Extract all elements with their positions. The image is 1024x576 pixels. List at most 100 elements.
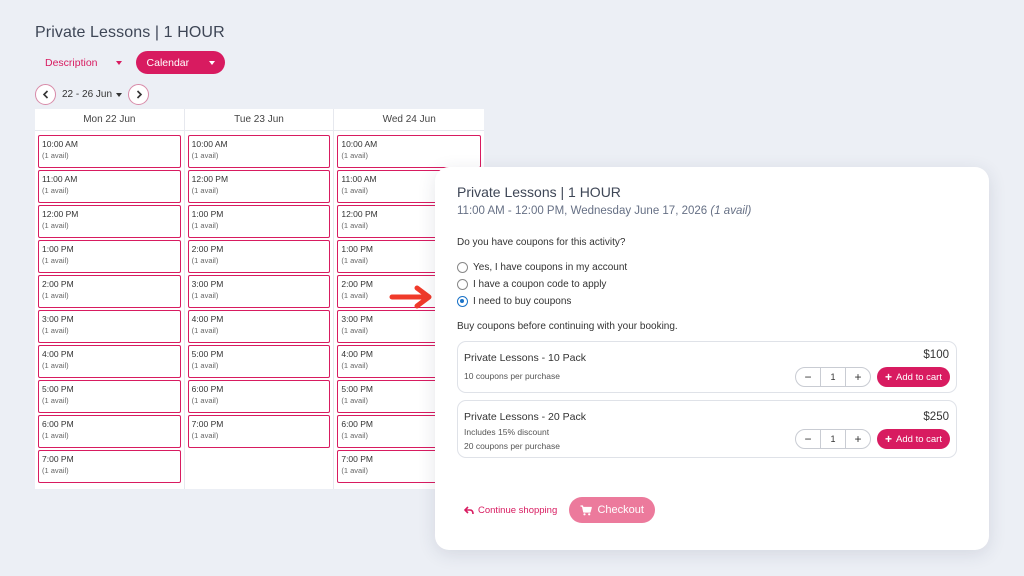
slot-availability: (1 avail) <box>42 256 69 265</box>
slot-time: 4:00 PM <box>191 314 224 324</box>
page-title: Private Lessons | 1 HOUR <box>35 24 225 41</box>
time-slot[interactable]: 2:00 PM (1 avail) <box>38 275 181 308</box>
time-slot[interactable]: 3:00 PM (1 avail) <box>38 310 181 343</box>
slot-availability: (1 avail) <box>42 151 69 160</box>
slot-time: 10:00 AM <box>191 139 228 149</box>
continue-shopping-link[interactable]: Continue shopping <box>464 505 557 516</box>
coupon-pack-card: Private Lessons - 10 Pack 10 coupons per… <box>457 341 957 393</box>
day-header: Mon 22 Jun <box>35 109 184 131</box>
slot-time: 4:00 PM <box>42 349 74 359</box>
slot-time: 5:00 PM <box>191 349 224 359</box>
coupon-option[interactable]: Yes, I have coupons in my account <box>457 259 627 276</box>
pack-name: Private Lessons - 20 Pack <box>464 411 586 423</box>
prev-week-button[interactable] <box>35 84 56 105</box>
day-column: Tue 23 Jun 10:00 AM (1 avail) 12:00 PM (1 av… <box>184 109 335 489</box>
plus-icon: + <box>885 370 893 384</box>
slot-time: 3:00 PM <box>191 279 224 289</box>
buy-coupons-text: Buy coupons before continuing with your … <box>457 321 678 332</box>
add-to-cart-button[interactable]: + Add to cart <box>877 367 950 387</box>
slot-availability: (1 avail) <box>42 291 69 300</box>
slot-time: 12:00 PM <box>42 209 79 219</box>
slot-availability: (1 avail) <box>42 221 69 230</box>
time-slot[interactable]: 3:00 PM (1 avail) <box>187 275 331 308</box>
time-slot[interactable]: 4:00 PM (1 avail) <box>38 345 181 378</box>
time-slot[interactable]: 5:00 PM (1 avail) <box>38 380 181 413</box>
next-week-button[interactable] <box>128 84 150 105</box>
quantity-stepper: − 1 + <box>795 429 872 449</box>
undo-arrow-icon <box>464 505 474 514</box>
week-range-select[interactable]: 22 - 26 Jun <box>62 89 123 100</box>
radio-button[interactable] <box>457 279 468 290</box>
time-slot[interactable]: 12:00 PM (1 avail) <box>187 170 331 203</box>
modal-title: Private Lessons | 1 HOUR <box>457 184 621 200</box>
slot-list: 10:00 AM (1 avail) 11:00 AM (1 avail) 12:00 … <box>35 131 184 483</box>
decrement-button[interactable]: − <box>796 368 820 386</box>
time-slot[interactable]: 11:00 AM (1 avail) <box>38 170 181 203</box>
time-slot[interactable]: 12:00 PM (1 avail) <box>38 205 181 238</box>
slot-time: 7:00 PM <box>42 454 74 464</box>
coupon-option[interactable]: I have a coupon code to apply <box>457 276 627 293</box>
quantity-stepper: − 1 + <box>795 367 872 387</box>
tab-description-label: Description <box>45 56 98 69</box>
slot-availability: (1 avail) <box>42 186 69 195</box>
slot-availability: (1 avail) <box>42 396 69 405</box>
cart-icon <box>580 504 593 515</box>
day-header: Tue 23 Jun <box>184 109 334 131</box>
day-header: Wed 24 Jun <box>334 109 485 131</box>
slot-availability: (1 avail) <box>191 326 219 335</box>
time-slot[interactable]: 7:00 PM (1 avail) <box>38 450 181 483</box>
time-slot[interactable]: 1:00 PM (1 avail) <box>187 205 331 238</box>
pack-name: Private Lessons - 10 Pack <box>464 352 586 364</box>
slot-time: 3:00 PM <box>42 314 74 324</box>
slot-time: 1:00 PM <box>42 244 74 254</box>
checkout-button[interactable]: Checkout <box>569 497 656 523</box>
time-slot[interactable]: 5:00 PM (1 avail) <box>187 345 331 378</box>
caret-down-icon <box>209 60 216 65</box>
pack-controls: − 1 + + Add to cart <box>795 429 950 449</box>
decrement-button[interactable]: − <box>796 430 820 448</box>
slot-time: 6:00 PM <box>191 384 224 394</box>
quantity-value[interactable]: 1 <box>820 430 847 448</box>
time-slot[interactable]: 10:00 AM (1 avail) <box>187 135 331 168</box>
time-slot[interactable]: 6:00 PM (1 avail) <box>38 415 181 448</box>
time-slot[interactable]: 10:00 AM (1 avail) <box>38 135 181 168</box>
increment-button[interactable]: + <box>846 430 870 448</box>
add-to-cart-label: Add to cart <box>896 371 942 383</box>
tab-calendar[interactable]: Calendar <box>135 51 226 74</box>
tab-calendar-label: Calendar <box>146 56 190 69</box>
chevron-right-icon <box>136 90 142 99</box>
coupon-pack-card: Private Lessons - 20 Pack Includes 15% d… <box>457 400 957 458</box>
modal-footer: Continue shopping Checkout <box>464 497 656 523</box>
slot-time: 2:00 PM <box>42 279 74 289</box>
slot-availability: (1 avail) <box>191 186 219 195</box>
slot-time: 12:00 PM <box>191 174 229 184</box>
radio-button[interactable] <box>457 262 468 273</box>
time-slot[interactable]: 4:00 PM (1 avail) <box>187 310 331 343</box>
slot-availability: (1 avail) <box>191 396 219 405</box>
time-slot[interactable]: 1:00 PM (1 avail) <box>38 240 181 273</box>
pack-price: $100 <box>923 349 949 361</box>
slot-availability: (1 avail) <box>191 256 219 265</box>
coupon-option[interactable]: I need to buy coupons <box>457 293 627 310</box>
tab-description[interactable]: Description <box>35 52 128 74</box>
day-column: Mon 22 Jun 10:00 AM (1 avail) 11:00 AM (1 av… <box>35 109 185 489</box>
slot-availability: (1 avail) <box>42 326 69 335</box>
increment-button[interactable]: + <box>846 368 870 386</box>
slot-availability: (1 avail) <box>191 221 219 230</box>
slot-time: 5:00 PM <box>42 384 74 394</box>
slot-time: 1:00 PM <box>191 209 224 219</box>
time-slot[interactable]: 6:00 PM (1 avail) <box>187 380 331 413</box>
slot-availability: (1 avail) <box>42 466 69 475</box>
pack-price: $250 <box>923 411 949 423</box>
time-slot[interactable]: 7:00 PM (1 avail) <box>187 415 331 448</box>
caret-down-icon <box>116 92 123 97</box>
add-to-cart-button[interactable]: + Add to cart <box>877 429 950 449</box>
time-slot[interactable]: 10:00 AM (1 avail) <box>337 135 482 168</box>
pack-controls: − 1 + + Add to cart <box>795 367 950 387</box>
radio-button[interactable] <box>457 296 468 307</box>
quantity-value[interactable]: 1 <box>820 368 847 386</box>
time-slot[interactable]: 2:00 PM (1 avail) <box>187 240 331 273</box>
continue-shopping-label: Continue shopping <box>478 504 558 516</box>
coupon-question: Do you have coupons for this activity? <box>457 237 626 248</box>
slot-availability: (1 avail) <box>341 151 369 160</box>
